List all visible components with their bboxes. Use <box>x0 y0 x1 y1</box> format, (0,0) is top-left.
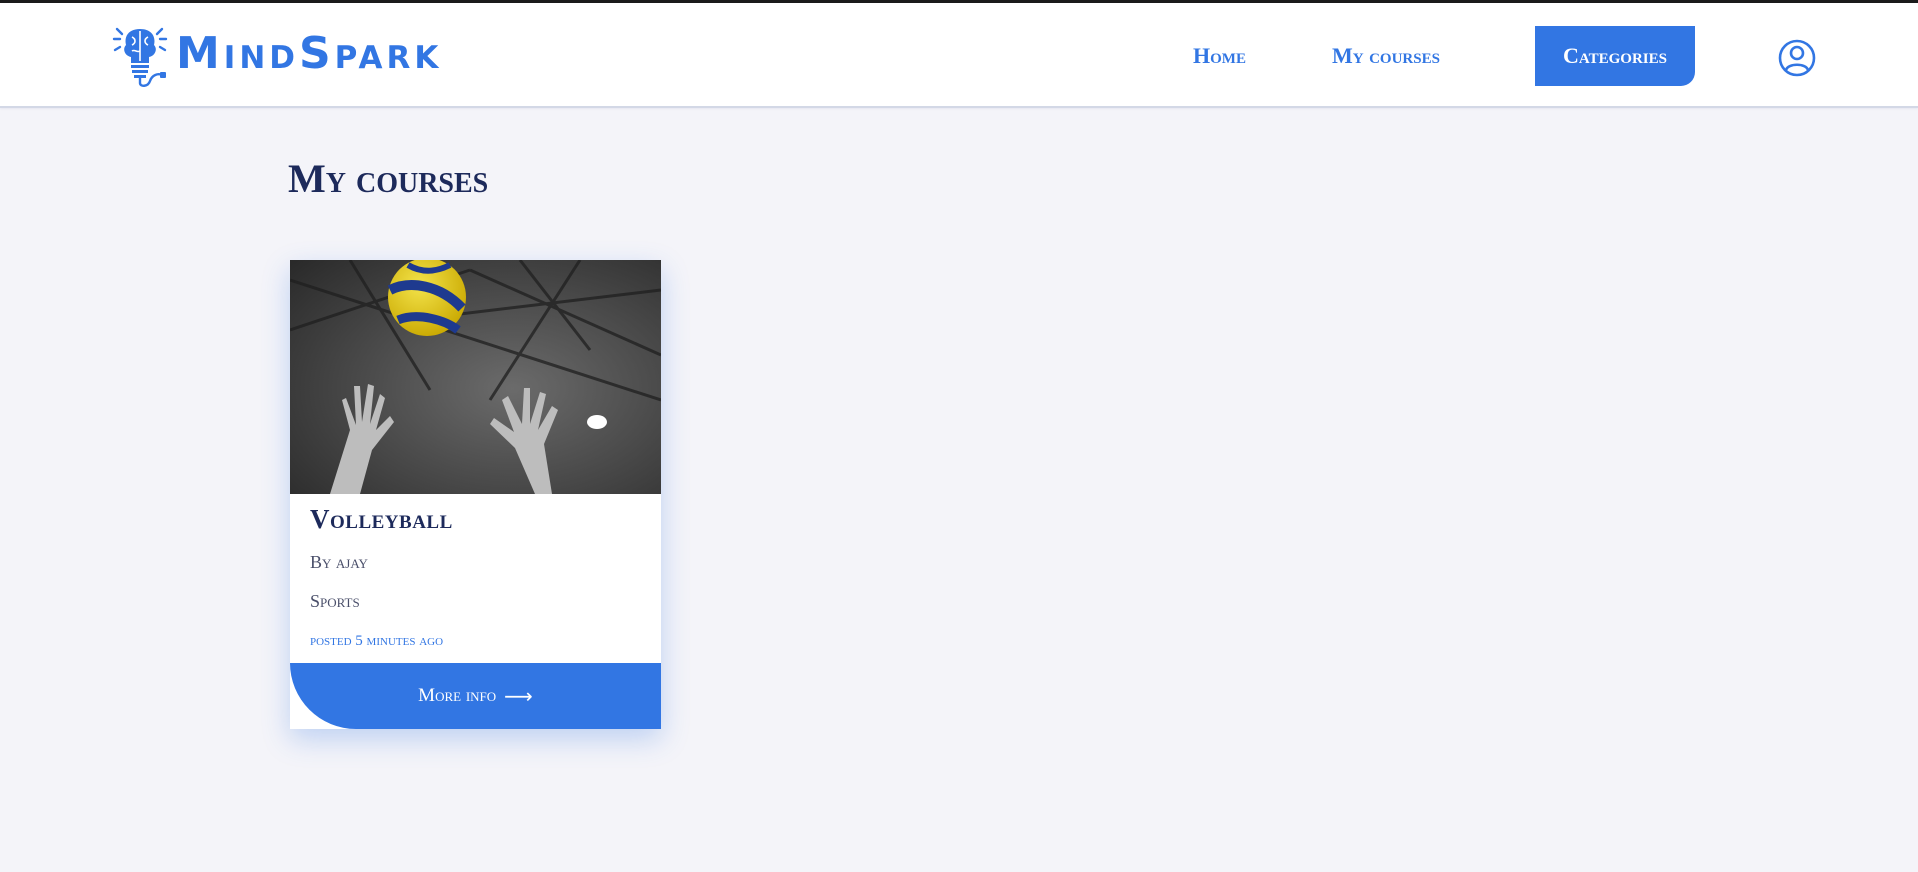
volleyball-photo <box>290 260 661 494</box>
brand-logo[interactable]: MindSpark <box>110 25 442 87</box>
course-title[interactable]: Volleyball <box>310 504 641 535</box>
more-info-label: More info <box>418 685 497 706</box>
course-card[interactable]: Volleyball By ajay Sports posted 5 minut… <box>290 260 661 729</box>
top-navbar: MindSpark Home My courses Categories <box>0 3 1918 108</box>
nav-categories-button[interactable]: Categories <box>1535 26 1695 86</box>
brand-name: MindSpark <box>176 27 443 79</box>
more-info-button[interactable]: More info ⟶ <box>290 663 661 729</box>
brain-bulb-icon <box>112 27 168 87</box>
arrow-right-icon: ⟶ <box>504 684 533 708</box>
user-circle-icon[interactable] <box>1778 39 1816 77</box>
course-posted-time: posted 5 minutes ago <box>310 633 444 649</box>
course-card-body: Volleyball By ajay Sports posted 5 minut… <box>290 494 661 670</box>
course-category: Sports <box>310 591 360 611</box>
course-author: By ajay <box>310 552 368 572</box>
nav-home-link[interactable]: Home <box>1193 43 1246 69</box>
page-title: My courses <box>288 156 489 201</box>
nav-my-courses-link[interactable]: My courses <box>1332 43 1440 69</box>
